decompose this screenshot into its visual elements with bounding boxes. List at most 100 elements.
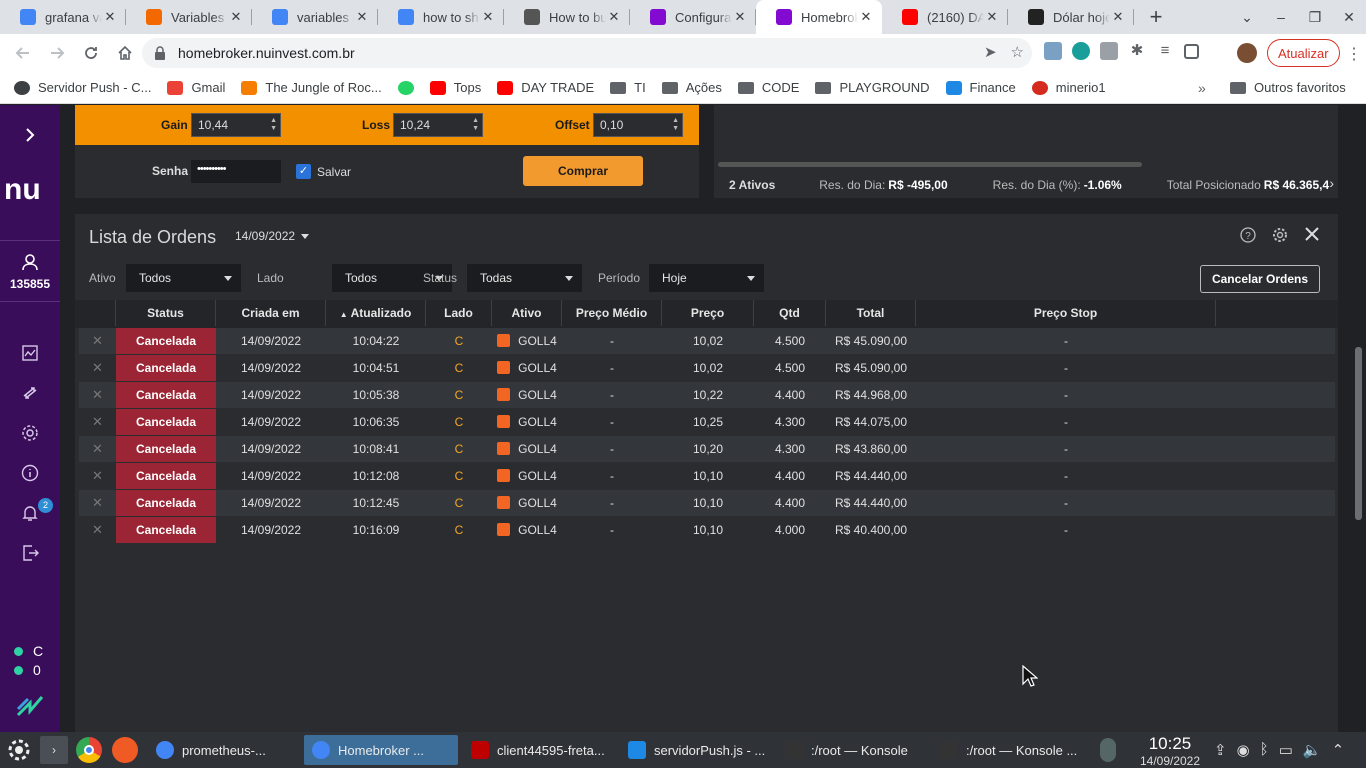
spinner-icon[interactable]: ▲ ▼	[270, 117, 277, 133]
cancel-orders-button[interactable]: Cancelar Ordens	[1200, 265, 1320, 293]
cancel-order-icon[interactable]: ✕	[79, 355, 116, 381]
cancel-order-icon[interactable]: ✕	[79, 490, 116, 516]
new-tab-button[interactable]: +	[1140, 0, 1172, 34]
browser-tab[interactable]: Variables | ✕	[126, 0, 252, 34]
chevron-double-right-icon[interactable]: »	[1198, 80, 1206, 96]
browser-tab[interactable]: Dólar hoje ✕	[1008, 0, 1134, 34]
cancel-order-icon[interactable]: ✕	[79, 463, 116, 489]
expand-chevron-icon[interactable]	[18, 123, 42, 147]
star-icon[interactable]: ☆	[1011, 43, 1024, 61]
help-icon[interactable]: ?	[1240, 227, 1256, 246]
taskbar-task[interactable]: prometheus-...	[148, 735, 298, 765]
cancel-order-icon[interactable]: ✕	[79, 517, 116, 543]
browser-tab[interactable]: how to sh ✕	[378, 0, 504, 34]
taskbar-task[interactable]: :/root — Konsole ...	[932, 735, 1090, 765]
other-bookmarks[interactable]: Outros favoritos	[1230, 80, 1346, 95]
tab-search-icon[interactable]: ⌄	[1230, 9, 1264, 26]
buy-button[interactable]: Comprar	[523, 156, 643, 186]
table-row[interactable]: ✕ Cancelada 14/09/2022 10:16:09 C GOLL4 - 10,10…	[79, 517, 1335, 543]
bookmark-item[interactable]: TI	[610, 80, 646, 95]
terminal-launcher-icon[interactable]: ›	[40, 736, 68, 764]
gear-icon[interactable]	[1272, 227, 1288, 246]
column-header[interactable]: Preço Médio	[562, 300, 662, 326]
bookmark-item[interactable]: Servidor Push - C...	[14, 80, 151, 95]
table-row[interactable]: ✕ Cancelada 14/09/2022 10:06:35 C GOLL4 - 10,25…	[79, 409, 1335, 435]
browser-tab[interactable]: grafana va ✕	[0, 0, 126, 34]
column-header[interactable]: Status	[116, 300, 216, 326]
cancel-order-icon[interactable]: ✕	[79, 328, 116, 354]
taskbar-task[interactable]: client44595-freta...	[463, 735, 615, 765]
back-button[interactable]	[8, 38, 38, 68]
kebab-menu-icon[interactable]: ⋮	[1346, 44, 1362, 64]
minimize-button[interactable]: –	[1264, 9, 1298, 25]
user-icon[interactable]	[18, 250, 42, 274]
column-header[interactable]: Preço Stop	[916, 300, 1216, 326]
close-tab-icon[interactable]: ✕	[732, 9, 748, 25]
bookmark-item[interactable]: Gmail	[167, 80, 225, 95]
restore-button[interactable]: ❐	[1298, 9, 1332, 26]
column-header[interactable]: Preço	[662, 300, 754, 326]
close-tab-icon[interactable]: ✕	[480, 9, 496, 25]
cloud-launcher-icon[interactable]	[112, 737, 138, 763]
filter-select[interactable]: Hoje	[649, 264, 764, 292]
volume-icon[interactable]: 🔈	[1303, 741, 1322, 759]
extension-globe-icon[interactable]	[1044, 42, 1062, 60]
display-icon[interactable]: ▭	[1279, 741, 1293, 759]
extension-box-icon[interactable]	[1100, 42, 1118, 60]
browser-tab[interactable]: How to bu ✕	[504, 0, 630, 34]
filter-select[interactable]: Todas	[467, 264, 582, 292]
bookmark-item[interactable]: CODE	[737, 80, 799, 95]
mouse-device-icon[interactable]	[1100, 738, 1116, 762]
bookmark-item[interactable]: Finance	[945, 80, 1016, 95]
table-row[interactable]: ✕ Cancelada 14/09/2022 10:04:51 C GOLL4 - 10,02…	[79, 355, 1335, 381]
bookmark-item[interactable]: PLAYGROUND	[815, 80, 930, 95]
close-window-button[interactable]: ✕	[1332, 9, 1366, 26]
side-panel-icon[interactable]	[1184, 43, 1199, 59]
browser-tab[interactable]: Configura ✕	[630, 0, 756, 34]
column-header[interactable]: Total	[826, 300, 916, 326]
logout-icon[interactable]	[18, 541, 42, 565]
update-button[interactable]: Atualizar	[1267, 39, 1340, 67]
table-row[interactable]: ✕ Cancelada 14/09/2022 10:04:22 C GOLL4 - 10,02…	[79, 328, 1335, 354]
chevron-right-icon[interactable]: ›	[1329, 175, 1334, 191]
browser-tab[interactable]: variables c ✕	[252, 0, 378, 34]
bookmark-item[interactable]: Tops	[429, 80, 481, 95]
salvar-checkbox[interactable]: ✓	[296, 164, 311, 179]
cancel-order-icon[interactable]: ✕	[79, 409, 116, 435]
extension-sync-icon[interactable]	[1072, 42, 1090, 60]
column-header[interactable]: Qtd	[754, 300, 826, 326]
forward-button[interactable]	[42, 38, 72, 68]
bookmark-item[interactable]: minerio1	[1031, 80, 1106, 95]
chrome-launcher-icon[interactable]	[76, 737, 102, 763]
bookmark-item[interactable]: DAY TRADE	[497, 80, 594, 95]
info-icon[interactable]	[18, 461, 42, 485]
column-header[interactable]: ▲ Atualizado	[326, 300, 426, 326]
gain-input[interactable]: 10,44 ▲ ▼	[191, 113, 281, 137]
close-tab-icon[interactable]: ✕	[984, 9, 1000, 25]
send-icon[interactable]: ➤	[984, 43, 997, 61]
table-row[interactable]: ✕ Cancelada 14/09/2022 10:08:41 C GOLL4 - 10,20…	[79, 436, 1335, 462]
spinner-icon[interactable]: ▲ ▼	[672, 117, 679, 133]
column-header[interactable]: Ativo	[492, 300, 562, 326]
close-icon[interactable]	[1303, 225, 1321, 246]
profile-avatar[interactable]	[1237, 43, 1257, 63]
horizontal-scrollbar[interactable]	[718, 162, 1142, 167]
close-tab-icon[interactable]: ✕	[102, 9, 118, 25]
bookmark-item[interactable]: The Jungle of Roc...	[241, 80, 382, 95]
loss-input[interactable]: 10,24 ▲ ▼	[393, 113, 483, 137]
bookmark-item[interactable]	[397, 80, 422, 95]
close-tab-icon[interactable]: ✕	[606, 9, 622, 25]
taskbar-task[interactable]: Homebroker ...	[304, 735, 458, 765]
tray-expand-icon[interactable]: ⌃	[1332, 741, 1345, 759]
bookmark-item[interactable]: Ações	[661, 80, 722, 95]
browser-tab[interactable]: Homebrok ✕	[756, 0, 882, 34]
column-header[interactable]: Criada em	[216, 300, 326, 326]
close-tab-icon[interactable]: ✕	[858, 9, 874, 25]
taskbar-task[interactable]: servidorPush.js - ...	[620, 735, 772, 765]
update-tray-icon[interactable]: ⇪	[1214, 741, 1227, 759]
cancel-order-icon[interactable]: ✕	[79, 382, 116, 408]
puzzle-icon[interactable]: ✱	[1128, 42, 1146, 60]
media-icon[interactable]: ≡	[1156, 42, 1174, 60]
taskbar-task[interactable]: :/root — Konsole	[777, 735, 927, 765]
reload-button[interactable]	[76, 38, 106, 68]
